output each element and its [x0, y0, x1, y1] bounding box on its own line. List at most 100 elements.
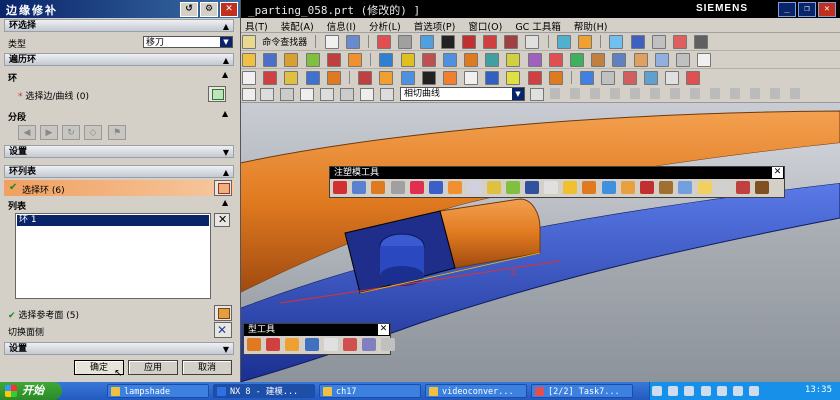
close-button[interactable]: ✕: [818, 2, 836, 17]
tray-app-icon[interactable]: [732, 386, 743, 396]
workpiece-icon[interactable]: [305, 53, 320, 67]
surface-patch-icon[interactable]: [409, 181, 424, 194]
bom-icon[interactable]: [654, 53, 669, 67]
chevron-up-icon[interactable]: ▲: [222, 198, 228, 207]
report-icon[interactable]: [381, 338, 396, 351]
tools-icon[interactable]: [379, 53, 394, 67]
section-settings-1[interactable]: 设置 ▼: [4, 145, 234, 158]
menu-preferences[interactable]: 首选项(P): [409, 18, 461, 33]
menu-analysis[interactable]: 分析(L): [364, 18, 406, 33]
snap-point-icon[interactable]: [300, 88, 314, 101]
clip-icon[interactable]: [694, 35, 709, 49]
divide-solid-icon[interactable]: [352, 181, 367, 194]
scope-icon[interactable]: [340, 88, 354, 101]
rotate-icon[interactable]: [578, 35, 593, 49]
mold-wizard-icon[interactable]: [242, 53, 256, 67]
wcs-icon[interactable]: [630, 35, 645, 49]
replace-face-icon[interactable]: [362, 338, 377, 351]
close-loop-button[interactable]: ↻: [62, 125, 80, 140]
stop-icon[interactable]: [530, 88, 544, 101]
edge-fill-icon[interactable]: [640, 181, 654, 194]
edge-blend-icon[interactable]: [716, 181, 731, 194]
chamfer-icon[interactable]: [527, 71, 542, 85]
drawing-icon[interactable]: [675, 53, 690, 67]
snap-toolbar[interactable]: [550, 88, 810, 99]
mold-tools-title[interactable]: 注塑模工具 ✕: [330, 167, 784, 179]
task-task7[interactable]: [2/2] Task7...: [531, 384, 633, 398]
subtract-icon[interactable]: [379, 71, 394, 85]
settings-gear-icon[interactable]: ⚙: [200, 2, 218, 17]
shell-icon[interactable]: [548, 71, 563, 85]
sketch-icon[interactable]: [242, 71, 256, 85]
select-edge-label[interactable]: * 选择边/曲线 (0): [18, 89, 89, 102]
bom-table-icon[interactable]: [735, 181, 750, 194]
solid-patch-icon[interactable]: [371, 181, 386, 194]
select-icon[interactable]: [280, 88, 294, 101]
mold-tools-toolbar-2[interactable]: 型工具 ✕: [243, 323, 396, 355]
extract-icon[interactable]: [664, 71, 679, 85]
family-icon[interactable]: [347, 53, 362, 67]
section-traverse-loop[interactable]: 遍历环 ▲: [4, 53, 234, 66]
edge-patch-icon[interactable]: [390, 181, 405, 194]
intersect-icon[interactable]: [400, 71, 415, 85]
accept-segment-button[interactable]: ◇: [84, 125, 102, 140]
undo-icon[interactable]: [242, 88, 256, 101]
select-face-button[interactable]: [214, 305, 232, 321]
volume-icon[interactable]: [668, 386, 679, 396]
modify-solid-icon[interactable]: [428, 181, 443, 194]
previous-segment-button[interactable]: ◀: [18, 125, 36, 140]
apply-button[interactable]: 应用: [128, 360, 178, 375]
section-loop-list[interactable]: 环列表 ▲: [4, 165, 234, 178]
doc-icon[interactable]: [324, 35, 339, 49]
blend-icon[interactable]: [506, 71, 521, 85]
existing-surface-icon[interactable]: [659, 181, 674, 194]
select-loop-button[interactable]: [214, 180, 232, 196]
select-ref-face-row[interactable]: ✔ 选择参考面 (5): [8, 308, 79, 321]
boundary-patch-icon[interactable]: [620, 181, 635, 194]
chevron-up-icon[interactable]: ▲: [222, 70, 228, 79]
mirror-icon[interactable]: [601, 71, 616, 85]
moldbase-icon[interactable]: [421, 53, 436, 67]
sew-icon[interactable]: [622, 71, 637, 85]
box-icon[interactable]: [483, 35, 498, 49]
create-box-icon[interactable]: [333, 181, 347, 194]
trim-icon[interactable]: [612, 53, 627, 67]
ejection-icon[interactable]: [697, 181, 712, 194]
hole-table-icon[interactable]: [697, 53, 712, 67]
shade-icon[interactable]: [440, 35, 455, 49]
ejector-icon[interactable]: [464, 53, 479, 67]
region-icon[interactable]: [678, 181, 693, 194]
surface-split-icon[interactable]: [304, 338, 319, 351]
menu-info[interactable]: 信息(I): [322, 18, 361, 33]
menu-help[interactable]: 帮助(H): [569, 18, 613, 33]
electrode-icon[interactable]: [591, 53, 606, 67]
unite-icon[interactable]: [358, 71, 373, 85]
trim-body-icon[interactable]: [442, 71, 457, 85]
reset-button[interactable]: ↺: [180, 2, 198, 17]
loop-list-box[interactable]: 环 1: [15, 213, 211, 299]
split-face-icon[interactable]: [544, 181, 559, 194]
command-finder-label[interactable]: 命令查找器: [262, 35, 307, 48]
standard-part-icon[interactable]: [442, 53, 457, 67]
cylinder-icon[interactable]: [504, 35, 519, 49]
close-icon[interactable]: ✕: [772, 167, 783, 178]
filter-icon[interactable]: [260, 88, 274, 101]
chevron-up-icon[interactable]: ▲: [222, 109, 228, 118]
ime-icon[interactable]: [684, 386, 695, 396]
pattern-icon[interactable]: [580, 71, 595, 85]
menu-gc-toolbox[interactable]: GC 工具箱: [510, 18, 566, 33]
mold-tools-toolbar[interactable]: 注塑模工具 ✕: [329, 166, 785, 198]
create-point-icon[interactable]: [582, 181, 597, 194]
auto-hole-patch-icon[interactable]: [601, 181, 616, 194]
split-icon[interactable]: [421, 71, 436, 85]
project-icon[interactable]: [263, 53, 278, 67]
offset-icon[interactable]: [464, 71, 479, 85]
pocket-icon[interactable]: [633, 53, 648, 67]
start-button[interactable]: 开始: [0, 382, 62, 400]
trim-region-icon[interactable]: [467, 181, 482, 194]
subinsert-icon[interactable]: [506, 53, 521, 67]
reference-blend-icon[interactable]: [486, 181, 501, 194]
paint-icon[interactable]: [398, 35, 413, 49]
display-icon[interactable]: [525, 35, 540, 49]
hole-icon[interactable]: [305, 71, 320, 85]
